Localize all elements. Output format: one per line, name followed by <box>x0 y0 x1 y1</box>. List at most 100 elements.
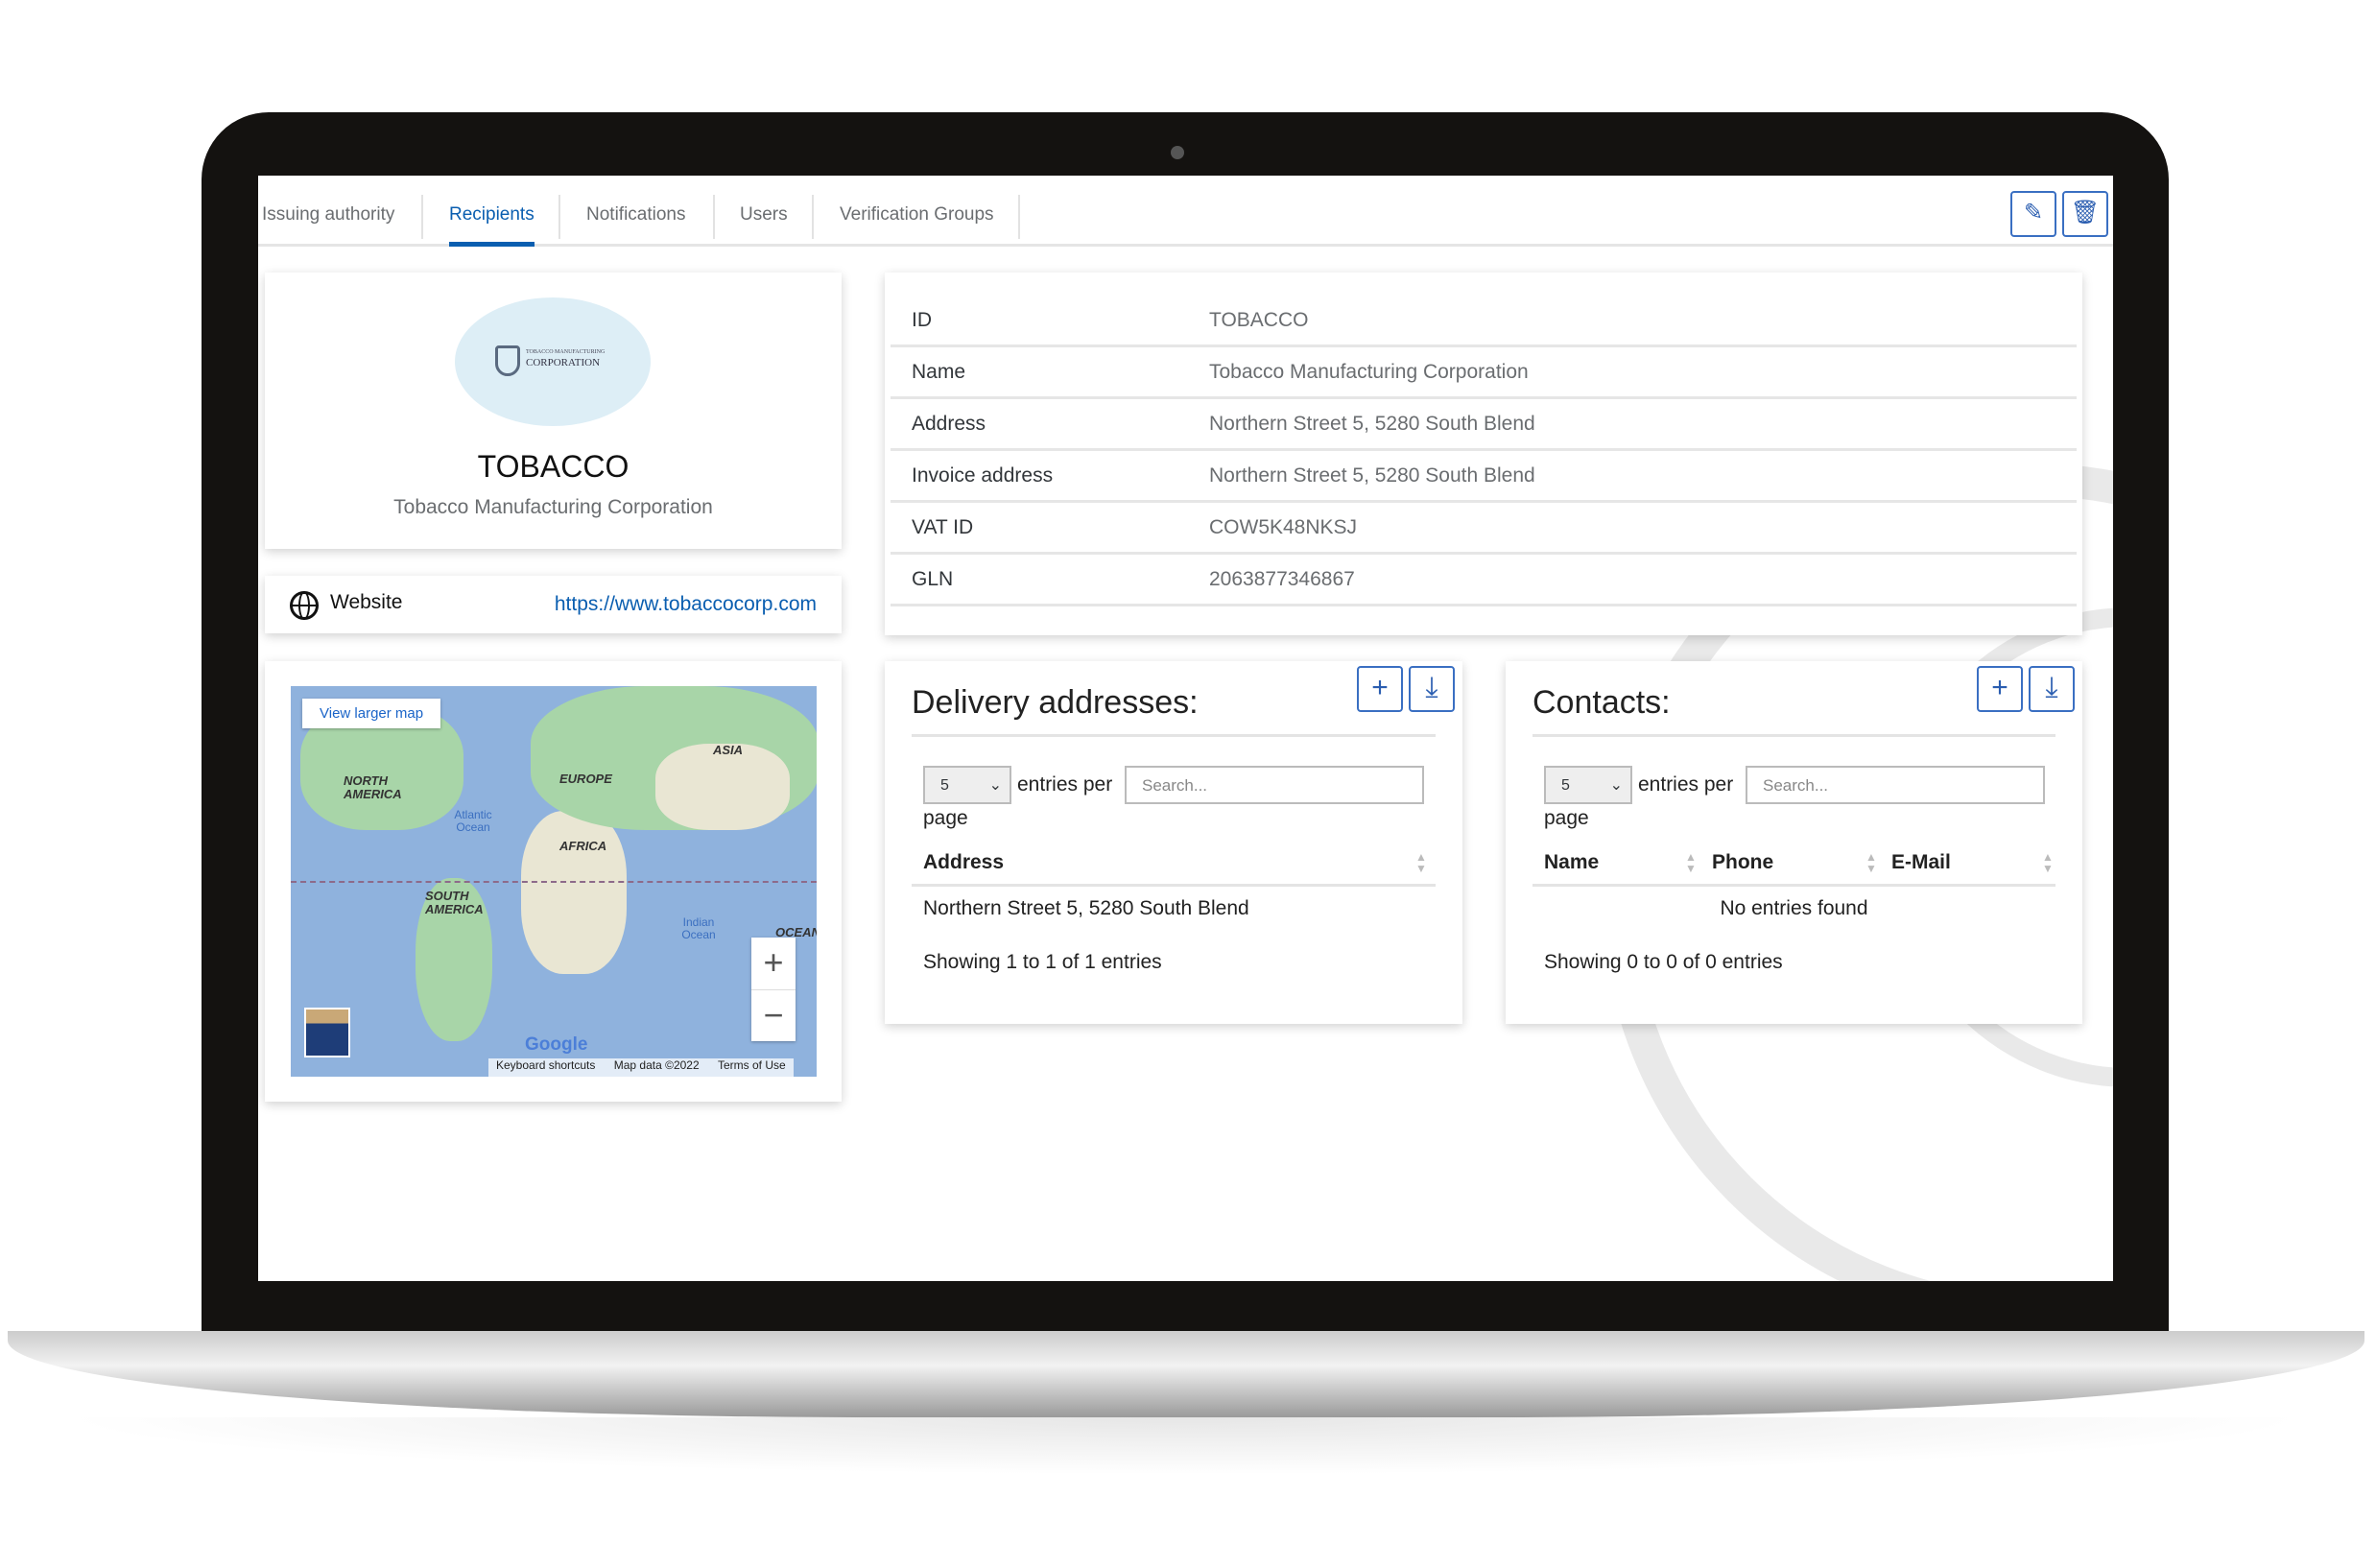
page-label: page <box>1544 807 1589 829</box>
column-header-name[interactable]: Name <box>1544 851 1599 874</box>
detail-value: Tobacco Manufacturing Corporation <box>1209 361 1529 383</box>
detail-value: COW5K48NKSJ <box>1209 516 1358 538</box>
details-card: ID TOBACCO Name Tobacco Manufacturing Corp… <box>885 273 2082 635</box>
add-contact-button[interactable]: + <box>1977 666 2023 712</box>
plus-icon: + <box>1991 672 2008 703</box>
column-header-phone[interactable]: Phone <box>1712 851 1773 874</box>
empty-message: No entries found <box>1720 897 1868 919</box>
tab-users[interactable]: Users <box>740 204 788 247</box>
download-icon: ⤓ <box>2045 672 2058 703</box>
laptop-shadow <box>58 1417 2313 1475</box>
tab-bar: Issuing authority Recipients Notificatio… <box>258 176 2113 247</box>
detail-row: Name Tobacco Manufacturing Corporation <box>891 347 2077 399</box>
detail-value: 2063877346867 <box>1209 568 1355 590</box>
map-label: Indian Ocean <box>681 915 716 941</box>
camera <box>1171 146 1184 159</box>
app-screen: Issuing authority Recipients Notificatio… <box>258 176 2113 1281</box>
map-zoom-controls: + − <box>751 938 796 1041</box>
detail-row: VAT ID COW5K48NKSJ <box>891 503 2077 555</box>
tab-recipients[interactable]: Recipients <box>449 204 535 247</box>
add-delivery-button[interactable]: + <box>1357 666 1403 712</box>
chevron-down-icon: ⌄ <box>988 777 1002 794</box>
keyboard-shortcuts-link[interactable]: Keyboard shortcuts <box>488 1058 603 1072</box>
zoom-out-button[interactable]: − <box>751 989 796 1041</box>
contacts-title: Contacts: <box>1533 684 1671 721</box>
satellite-toggle[interactable] <box>304 1008 350 1057</box>
tab-divider <box>558 195 560 239</box>
zoom-in-button[interactable]: + <box>751 938 796 989</box>
map-label: NORTH AMERICA <box>344 773 402 801</box>
map-data-text: Map data ©2022 <box>613 1058 700 1072</box>
download-contacts-button[interactable]: ⤓ <box>2029 666 2075 712</box>
map-label: AFRICA <box>559 839 607 853</box>
detail-row: Invoice address Northern Street 5, 5280 S… <box>891 451 2077 503</box>
pencil-icon: ✎ <box>2023 200 2044 226</box>
table-info: Showing 1 to 1 of 1 entries <box>923 951 1162 973</box>
entries-per-label: entries per <box>1017 773 1113 796</box>
download-icon: ⤓ <box>1425 672 1438 703</box>
delete-button[interactable]: 🗑 <box>2062 191 2108 237</box>
detail-value: Northern Street 5, 5280 South Blend <box>1209 464 1535 487</box>
map-land <box>521 811 627 974</box>
globe-icon <box>290 591 319 620</box>
company-logo: TOBACCO MANUFACTURING CORPORATION <box>455 297 651 426</box>
map-label: SOUTH AMERICA <box>425 889 484 916</box>
sort-icon[interactable]: ▲ ▼ <box>2042 851 2054 874</box>
table-row: Northern Street 5, 5280 South Blend <box>923 897 1249 919</box>
sort-icon[interactable]: ▲ ▼ <box>1685 851 1697 874</box>
map-label: Atlantic Ocean <box>454 808 492 834</box>
google-logo: Google <box>525 1034 588 1055</box>
tab-divider <box>713 195 715 239</box>
entries-per-label: entries per <box>1638 773 1734 796</box>
company-id: TOBACCO <box>477 449 630 484</box>
column-header-email[interactable]: E-Mail <box>1891 851 1951 874</box>
tab-divider <box>1018 195 1020 239</box>
divider <box>1533 734 2055 737</box>
trash-icon: 🗑 <box>2070 200 2101 226</box>
detail-label: Name <box>912 361 966 383</box>
detail-label: ID <box>912 309 932 331</box>
sort-icon[interactable]: ▲ ▼ <box>1865 851 1877 874</box>
detail-label: Invoice address <box>912 464 1054 487</box>
page-size-select[interactable]: 5 ⌄ <box>1544 766 1632 804</box>
chevron-down-icon: ⌄ <box>1609 777 1623 794</box>
tab-divider <box>812 195 814 239</box>
view-larger-map-link[interactable]: View larger map <box>302 699 441 728</box>
shield-icon <box>495 345 520 376</box>
page-label: page <box>923 807 968 829</box>
delivery-title: Delivery addresses: <box>912 684 1199 721</box>
search-input[interactable]: Search... <box>1746 766 2045 804</box>
contacts-card: Contacts: + ⤓ 5 ⌄ entries per page Search… <box>1506 661 2082 1024</box>
tab-issuing-authority[interactable]: Issuing authority <box>262 204 394 247</box>
map[interactable]: View larger map NORTH AMERICA EUROPE ASI… <box>291 686 817 1077</box>
sort-icon[interactable]: ▲ ▼ <box>1415 851 1427 874</box>
map-footer: Keyboard shortcuts Map data ©2022 Terms … <box>488 1058 794 1077</box>
tab-verification-groups[interactable]: Verification Groups <box>840 204 994 247</box>
column-header-address[interactable]: Address <box>923 851 1004 874</box>
equator-line <box>291 881 817 883</box>
plus-icon: + <box>1371 672 1389 703</box>
map-label: ASIA <box>713 743 744 757</box>
table-info: Showing 0 to 0 of 0 entries <box>1544 951 1783 973</box>
tab-notifications[interactable]: Notifications <box>586 204 686 247</box>
map-card: View larger map NORTH AMERICA EUROPE ASI… <box>265 661 842 1102</box>
terms-link[interactable]: Terms of Use <box>710 1058 794 1072</box>
website-link[interactable]: https://www.tobaccocorp.com <box>555 593 817 616</box>
search-input[interactable]: Search... <box>1125 766 1424 804</box>
detail-value: TOBACCO <box>1209 309 1309 331</box>
page-size-select[interactable]: 5 ⌄ <box>923 766 1011 804</box>
divider <box>1533 884 2055 887</box>
laptop-base <box>8 1331 2364 1417</box>
logo-text: TOBACCO MANUFACTURING <box>526 349 606 355</box>
detail-value: Northern Street 5, 5280 South Blend <box>1209 413 1535 435</box>
company-name: Tobacco Manufacturing Corporation <box>393 496 713 518</box>
divider <box>912 734 1436 737</box>
tab-divider <box>421 195 423 239</box>
profile-card: TOBACCO MANUFACTURING CORPORATION TOBACC… <box>265 273 842 549</box>
website-label: Website <box>330 591 403 613</box>
download-delivery-button[interactable]: ⤓ <box>1409 666 1455 712</box>
detail-row: Address Northern Street 5, 5280 South Ble… <box>891 399 2077 451</box>
detail-label: GLN <box>912 568 954 590</box>
detail-label: Address <box>912 413 986 435</box>
edit-button[interactable]: ✎ <box>2010 191 2056 237</box>
